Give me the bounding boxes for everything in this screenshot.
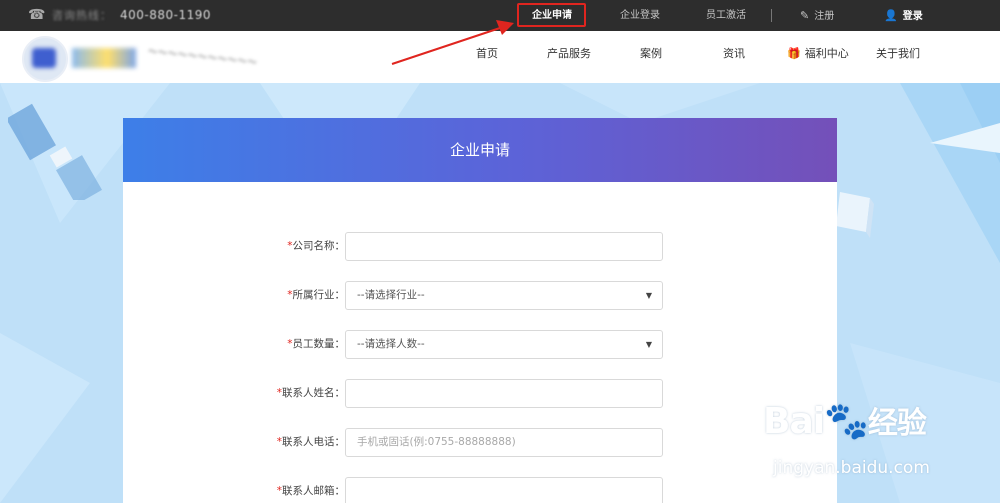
form-row-contact-phone: *联系人电话： 手机或固话(例:0755-88888888) (123, 428, 837, 457)
hotline-number: 400-880-1190 (120, 8, 212, 22)
form-title: 企业申请 (123, 118, 837, 182)
form-row-contact-email: *联系人邮箱： (123, 477, 837, 503)
cube-illustration (836, 192, 874, 238)
chevron-down-icon: ▼ (645, 291, 652, 300)
register-label: 注册 (814, 11, 835, 22)
register-link[interactable]: ✎ 注册 (800, 0, 834, 31)
logo-wordmark (72, 48, 136, 68)
phone-icon: ☎ (28, 7, 46, 23)
hotline-label: 咨询热线： (52, 9, 112, 22)
employee-activate-link[interactable]: 员工激活 (706, 0, 746, 31)
nav-welfare[interactable]: 🎁 福利中心 (787, 31, 849, 77)
employee-count-select-value: --请选择人数-- (357, 338, 425, 350)
contact-phone-input[interactable]: 手机或固话(例:0755-88888888) (345, 428, 663, 457)
logo-slogan: ～～～～～～～～～～～ (147, 47, 259, 69)
contact-email-input[interactable] (345, 477, 663, 503)
paw-icon: 🐾 (824, 401, 869, 442)
nav-about[interactable]: 关于我们 (876, 31, 920, 77)
form-row-industry: *所属行业： --请选择行业-- ▼ (123, 281, 837, 310)
gift-icon: 🎁 (787, 47, 801, 60)
user-icon: 👤 (884, 9, 898, 22)
login-link[interactable]: 👤 登录 (884, 0, 923, 31)
login-label: 登录 (902, 11, 923, 22)
nav-welfare-label: 福利中心 (804, 47, 849, 60)
contact-phone-label: *联系人电话： (276, 436, 345, 448)
nav-home[interactable]: 首页 (476, 31, 498, 77)
watermark-url: jingyan.baidu.com (773, 458, 930, 478)
company-name-label: *公司名称： (287, 240, 345, 252)
satellite-illustration (8, 103, 102, 200)
form-row-company: *公司名称： (123, 232, 837, 261)
employee-count-label: *员工数量： (287, 338, 345, 350)
enterprise-login-link[interactable]: 企业登录 (620, 0, 660, 31)
contact-name-label: *联系人姓名： (276, 387, 345, 399)
apply-form-card: 企业申请 *公司名称： *所属行业： --请选择行业-- ▼ *员工数量： --请… (123, 118, 837, 503)
company-name-input[interactable] (345, 232, 663, 261)
enterprise-apply-link[interactable]: 企业申请 (532, 0, 572, 31)
industry-label: *所属行业： (287, 289, 345, 301)
industry-select[interactable]: --请选择行业-- ▼ (345, 281, 663, 310)
contact-name-input[interactable] (345, 379, 663, 408)
pencil-icon: ✎ (800, 9, 810, 22)
nav-products[interactable]: 产品服务 (547, 31, 591, 77)
industry-select-value: --请选择行业-- (357, 289, 425, 301)
main-nav: ～～～～～～～～～～～ 首页 产品服务 案例 资讯 🎁 福利中心 关于我们 (0, 31, 1000, 83)
form-row-employees: *员工数量： --请选择人数-- ▼ (123, 330, 837, 359)
logo[interactable] (22, 36, 68, 82)
nav-cases[interactable]: 案例 (640, 31, 662, 77)
watermark-brand2: 经验 (867, 406, 927, 441)
watermark-brand: Bai (763, 401, 825, 442)
form-row-contact-name: *联系人姓名： (123, 379, 837, 408)
chevron-down-icon: ▼ (645, 340, 652, 349)
contact-email-label: *联系人邮箱： (276, 485, 345, 497)
hotline: ☎ 咨询热线： 400-880-1190 (28, 7, 211, 23)
employee-count-select[interactable]: --请选择人数-- ▼ (345, 330, 663, 359)
nav-news[interactable]: 资讯 (723, 31, 745, 77)
top-bar: ☎ 咨询热线： 400-880-1190 企业申请 企业登录 员工激活 ✎ 注册 … (0, 0, 1000, 31)
baidu-jingyan-watermark: Bai🐾经验 jingyan.baidu.com (763, 398, 930, 478)
topbar-divider (771, 9, 772, 22)
